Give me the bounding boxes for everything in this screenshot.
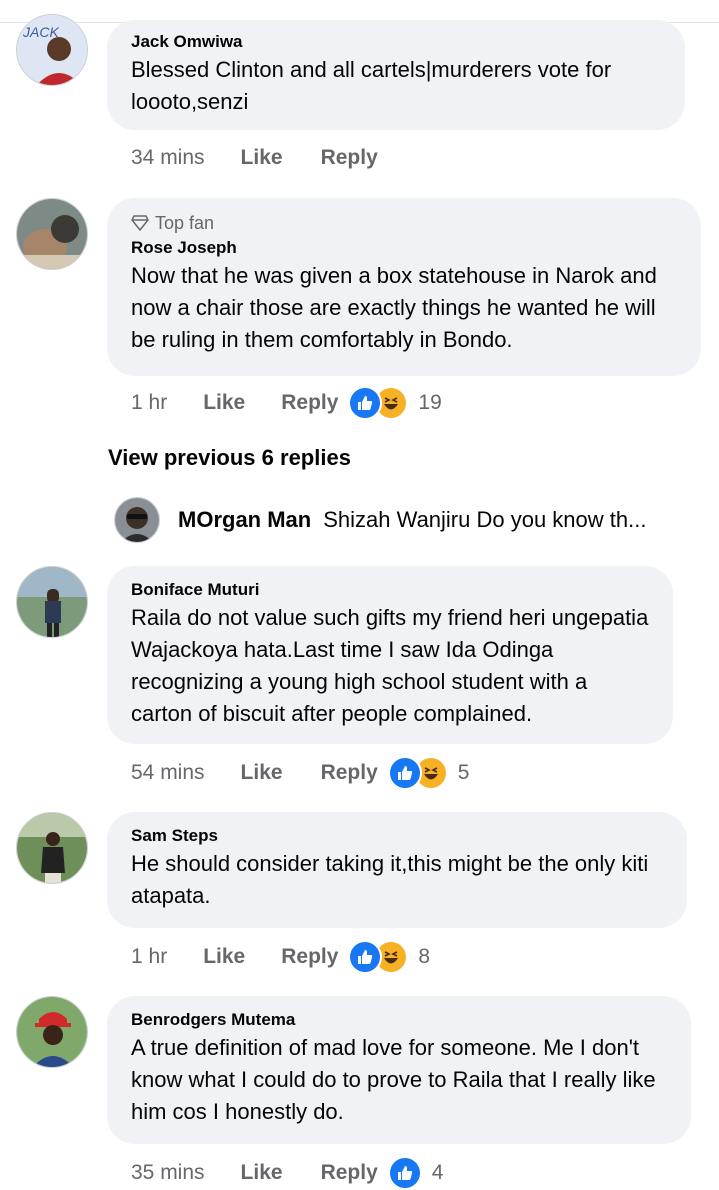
reply-button[interactable]: Reply: [281, 945, 338, 969]
view-previous-replies-link[interactable]: View previous 6 replies: [108, 445, 351, 471]
comment-bubble: Top fan Rose Joseph Now that he was give…: [107, 198, 701, 376]
comment-author[interactable]: Rose Joseph: [131, 236, 679, 260]
top-fan-badge: Top fan: [131, 210, 679, 236]
comment-bubble: Boniface Muturi Raila do not value such …: [107, 566, 673, 744]
comment-bubble: Sam Steps He should consider taking it,t…: [107, 812, 687, 928]
comment-text: He should consider taking it,this might …: [131, 851, 649, 908]
like-button[interactable]: Like: [203, 945, 245, 969]
comment-text: Raila do not value such gifts my friend …: [131, 605, 649, 726]
like-button[interactable]: Like: [241, 146, 283, 170]
reaction-summary[interactable]: 19: [348, 386, 442, 420]
comment-text: Now that he was given a box statehouse i…: [131, 263, 657, 352]
avatar[interactable]: [16, 566, 88, 638]
comment-bubble: Benrodgers Mutema A true definition of m…: [107, 996, 691, 1144]
reaction-summary[interactable]: 8: [348, 940, 430, 974]
comment-bubble: Jack Omwiwa Blessed Clinton and all cart…: [107, 20, 685, 130]
comment-time[interactable]: 35 mins: [131, 1161, 205, 1185]
reaction-count: 5: [457, 761, 470, 784]
comment-text: A true definition of mad love for someon…: [131, 1035, 656, 1124]
comment-author[interactable]: Sam Steps: [131, 824, 665, 848]
like-reaction-icon: [348, 940, 383, 974]
svg-text:JACK: JACK: [22, 24, 59, 40]
like-reaction-icon: [348, 386, 383, 420]
reaction-count: 4: [431, 1161, 444, 1184]
like-reaction-icon: [387, 1156, 422, 1190]
avatar[interactable]: [16, 198, 88, 270]
comment-author[interactable]: Jack Omwiwa: [131, 30, 663, 54]
reply-snippet: Shizah Wanjiru Do you know th...: [323, 507, 647, 532]
reply-button[interactable]: Reply: [321, 1161, 378, 1185]
comment-time[interactable]: 1 hr: [131, 391, 167, 415]
avatar[interactable]: [16, 996, 88, 1068]
reaction-count: 8: [418, 945, 431, 968]
reply-author[interactable]: MOrgan Man: [178, 507, 311, 533]
comment-actions: 1 hr Like Reply 8: [131, 940, 430, 974]
comment-time[interactable]: 54 mins: [131, 761, 205, 785]
reply-preview[interactable]: MOrgan Man Shizah Wanjiru Do you know th…: [114, 497, 646, 543]
comment-actions: 35 mins Like Reply 4: [131, 1156, 444, 1190]
comment-time[interactable]: 1 hr: [131, 945, 167, 969]
comment-text: Blessed Clinton and all cartels|murderer…: [131, 57, 612, 114]
reply-button[interactable]: Reply: [321, 146, 378, 170]
reaction-summary[interactable]: 4: [387, 1156, 444, 1190]
avatar[interactable]: JACK: [16, 14, 88, 86]
like-reaction-icon: [387, 756, 422, 790]
comment-actions: 34 mins Like Reply: [131, 143, 416, 173]
like-button[interactable]: Like: [203, 391, 245, 415]
reaction-count: 19: [418, 391, 442, 414]
comment-time[interactable]: 34 mins: [131, 146, 205, 170]
diamond-icon: [131, 215, 149, 231]
top-fan-label: Top fan: [155, 212, 215, 233]
comment-actions: 1 hr Like Reply 19: [131, 386, 442, 420]
avatar[interactable]: [16, 812, 88, 884]
comment-author[interactable]: Benrodgers Mutema: [131, 1008, 669, 1032]
reaction-summary[interactable]: 5: [387, 756, 470, 790]
like-button[interactable]: Like: [241, 1161, 283, 1185]
comment-actions: 54 mins Like Reply 5: [131, 756, 470, 790]
comment-author[interactable]: Boniface Muturi: [131, 578, 651, 602]
reply-button[interactable]: Reply: [281, 391, 338, 415]
reply-button[interactable]: Reply: [321, 761, 378, 785]
like-button[interactable]: Like: [241, 761, 283, 785]
avatar[interactable]: [114, 497, 160, 543]
